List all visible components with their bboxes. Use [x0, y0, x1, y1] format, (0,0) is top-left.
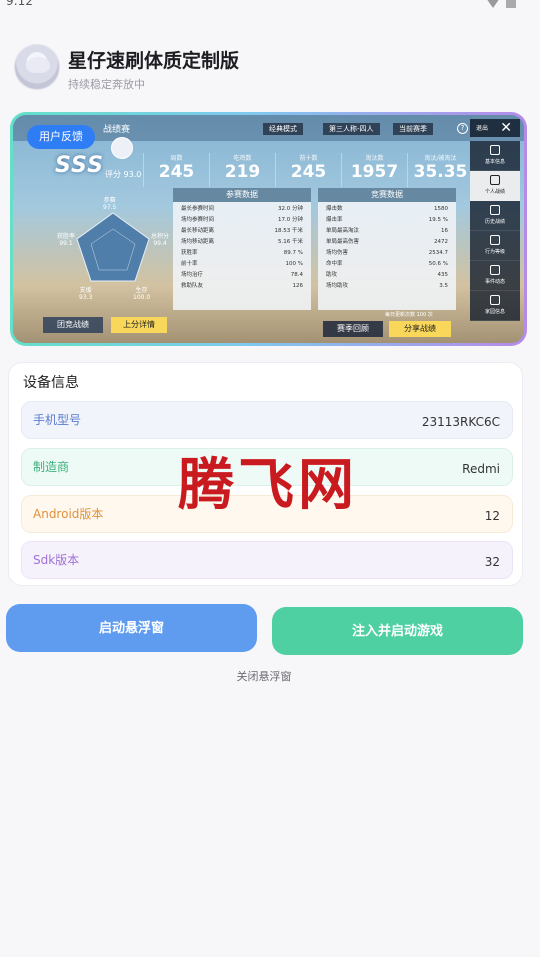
share-record-button: 分享战绩	[389, 321, 451, 337]
stat-item: 吃鸡数 219	[209, 153, 275, 187]
side-menu-item: 事件动态	[470, 261, 520, 291]
event-icon	[490, 265, 500, 275]
game-side-menu: 基本信息 个人战绩 历史战绩 行为等级 事件动态 家园信息	[470, 141, 520, 321]
panel-title: 参赛数据	[173, 188, 311, 202]
panel-title: 竞赛数据	[318, 188, 456, 202]
game-stats-preview: 用户反馈 战绩赛 经典模式 第三人称-四人 当前赛季 ? 退出 ✕ SSS 评分 …	[10, 112, 527, 346]
device-row-model: 手机型号 23113RKC6C	[21, 401, 513, 439]
battery-icon	[506, 0, 516, 8]
rank-detail-button: 上分详情	[111, 317, 167, 333]
home-icon	[490, 295, 500, 305]
inject-start-game-button[interactable]: 注入并启动游戏	[272, 607, 523, 655]
help-icon: ?	[457, 123, 468, 134]
side-menu-item: 家园信息	[470, 291, 520, 321]
watermark-logo: 腾飞网	[178, 452, 358, 518]
side-menu-item: 个人战绩	[470, 171, 520, 201]
row-label: 制造商	[33, 460, 70, 474]
close-float-window-link[interactable]: 关闭悬浮窗	[0, 668, 528, 684]
wifi-icon	[486, 0, 500, 8]
side-menu-item: 行为等级	[470, 231, 520, 261]
team-record-button: 团竞战绩	[43, 317, 103, 333]
stat-item: 淘汰/被淘汰 35.35	[407, 153, 473, 187]
participation-panel: 参赛数据 最长参赛时间 32.0 分钟 场均参赛时间 17.0 分钟 最长移动距离 1…	[173, 188, 311, 310]
stat-item: 局数 245	[143, 153, 209, 187]
row-label: Sdk版本	[33, 553, 80, 567]
row-value: Redmi	[462, 462, 500, 476]
row-label: 手机型号	[33, 413, 82, 427]
close-label: 退出	[476, 125, 489, 132]
season-review-button: 赛季回顾	[323, 321, 383, 337]
mode-dropdown: 经典模式	[263, 123, 303, 135]
row-label: Android版本	[33, 507, 104, 521]
start-float-window-button[interactable]: 启动悬浮窗	[6, 604, 257, 652]
page-subtitle: 持续稳定奔放中	[68, 78, 145, 91]
stat-item: 前十数 245	[275, 153, 341, 187]
close-icon: 退出 ✕	[470, 119, 520, 137]
side-menu-item: 历史战绩	[470, 201, 520, 231]
avatar	[14, 44, 60, 90]
row-value: 23113RKC6C	[421, 415, 500, 429]
page-title: 星仔速刷体质定制版	[68, 50, 240, 72]
row-value: 32	[484, 555, 500, 569]
stats-row: 局数 245 吃鸡数 219 前十数 245 淘汰数 1957 淘汰/被淘汰 35.35	[143, 153, 473, 187]
player-avatar	[111, 137, 133, 159]
season-dropdown: 当前赛季	[393, 123, 433, 135]
info-icon	[490, 145, 500, 155]
side-menu-item: 基本信息	[470, 141, 520, 171]
rank-badge: SSS	[55, 153, 104, 178]
app-header: 星仔速刷体质定制版 持续稳定奔放中	[12, 44, 512, 96]
status-bar: 9:12	[0, 0, 540, 16]
status-icons	[486, 0, 516, 8]
game-stats-screenshot: 用户反馈 战绩赛 经典模式 第三人称-四人 当前赛季 ? 退出 ✕ SSS 评分 …	[13, 115, 524, 343]
radar-polygon	[76, 212, 150, 282]
trophy-icon	[490, 175, 500, 185]
row-value: 12	[484, 509, 500, 523]
history-icon	[490, 205, 500, 215]
status-time: 9:12	[6, 0, 33, 8]
update-footnote: 每日更新次数 100 次	[385, 312, 433, 318]
player-name: 战绩赛	[103, 125, 131, 135]
rank-score: 评分 93.0	[105, 170, 142, 179]
competition-panel: 竞赛数据 爆击数 1580 爆击率 19.5 % 单局最高淘汰 16 单局最高伤害 24…	[318, 188, 456, 310]
feedback-chip[interactable]: 用户反馈	[27, 125, 95, 149]
device-row-sdk-version: Sdk版本 32	[21, 541, 513, 579]
shield-icon	[490, 235, 500, 245]
perspective-dropdown: 第三人称-四人	[323, 123, 380, 135]
device-info-title: 设备信息	[23, 375, 79, 391]
radar-chart: 参赛 97.5 总积分 99.4 生存 100.0 支援 93.3 获胜率 99.1	[53, 195, 173, 305]
stat-item: 淘汰数 1957	[341, 153, 407, 187]
